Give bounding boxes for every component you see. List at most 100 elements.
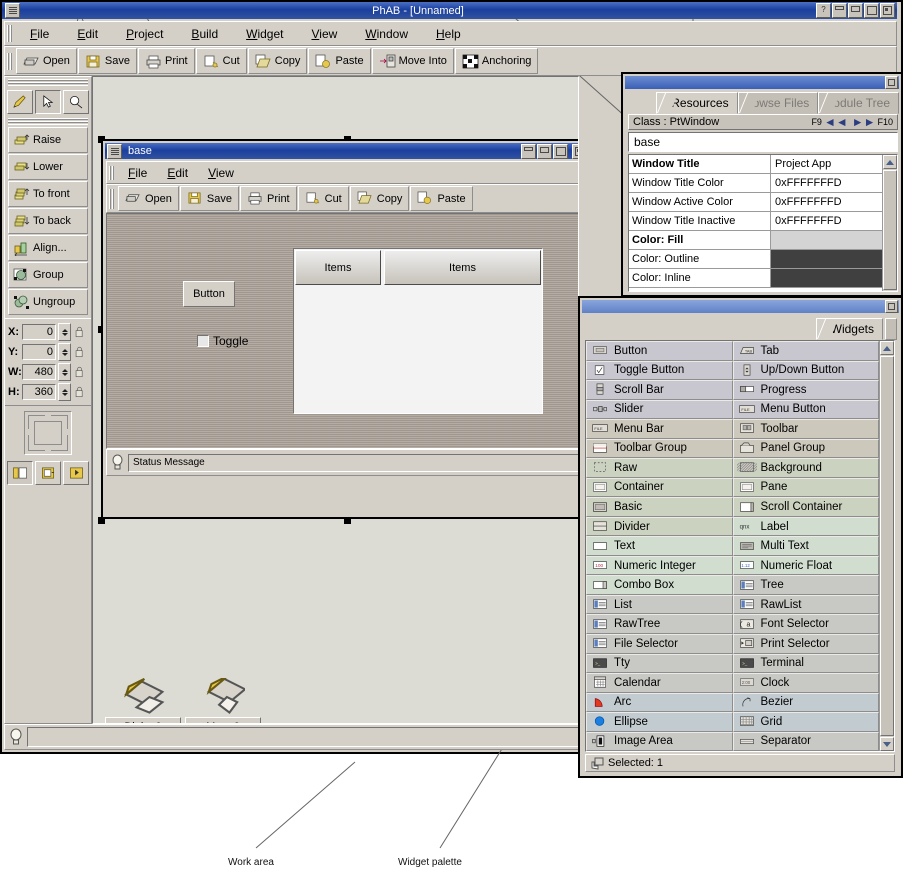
palette-item-button[interactable]: Button bbox=[586, 341, 733, 361]
base-toolbar-cut-button[interactable]: Cut bbox=[298, 186, 349, 211]
module-dialog0[interactable]: Dialog0 bbox=[105, 677, 181, 724]
palette-item-toggle-button[interactable]: Toggle Button bbox=[586, 361, 733, 381]
pointer-tool[interactable] bbox=[35, 90, 61, 114]
base-maximize-button[interactable] bbox=[553, 144, 568, 159]
resource-value[interactable]: 0xFFFFFFFD bbox=[771, 174, 882, 192]
panel-tab-right[interactable]: Items bbox=[384, 250, 541, 285]
base-toolbar-open-button[interactable]: Open bbox=[118, 186, 179, 211]
palette-item-bezier[interactable]: Bezier bbox=[733, 693, 880, 713]
base-menubar-grip[interactable] bbox=[109, 166, 114, 180]
palette-item-panel-group[interactable]: Panel Group bbox=[733, 439, 880, 459]
menu-roject[interactable]: Project bbox=[112, 25, 177, 43]
pencil-tool[interactable] bbox=[7, 90, 33, 114]
palette-item-numeric-integer[interactable]: 100Numeric Integer bbox=[586, 556, 733, 576]
base-toolbar-print-button[interactable]: Print bbox=[240, 186, 297, 211]
geometry-lock-h[interactable] bbox=[73, 385, 86, 400]
resources-scroll-thumb[interactable] bbox=[883, 170, 897, 290]
base-menubar[interactable]: FileEditView bbox=[106, 161, 579, 184]
toolbar-copy-button[interactable]: Copy bbox=[248, 48, 308, 74]
palette-item-font-selector[interactable]: aFont Selector bbox=[733, 614, 880, 634]
palette-item-scroll-container[interactable]: Scroll Container bbox=[733, 497, 880, 517]
widget-grid[interactable]: ButtonToggle ButtonScroll BarSliderFILEM… bbox=[585, 340, 895, 752]
geometry-lock-x[interactable] bbox=[73, 325, 86, 340]
left-raise-button[interactable]: Raise bbox=[8, 127, 88, 153]
left-align-button[interactable]: Align... bbox=[8, 235, 88, 261]
base-toolbar-save-button[interactable]: Save bbox=[180, 186, 239, 211]
palette-item-menu-button[interactable]: FILEMenu Button bbox=[733, 400, 880, 420]
base-module-window[interactable]: base FileEditView OpenSavePrintCutCopyPa… bbox=[101, 139, 579, 519]
palette-item-rawlist[interactable]: RawList bbox=[733, 595, 880, 615]
tab-widgets[interactable]: Widgets bbox=[816, 318, 883, 340]
palette-item-clock[interactable]: 2:00Clock bbox=[733, 673, 880, 693]
palette-item-progress[interactable]: Progress bbox=[733, 380, 880, 400]
menu-elp[interactable]: Help bbox=[422, 25, 475, 43]
geometry-input-x[interactable]: 0 bbox=[22, 324, 56, 340]
maximize-button[interactable] bbox=[864, 3, 879, 18]
palette-item-multi-text[interactable]: Multi Text bbox=[733, 536, 880, 556]
palette-item-scroll-bar[interactable]: Scroll Bar bbox=[586, 380, 733, 400]
geometry-input-y[interactable]: 0 bbox=[22, 344, 56, 360]
next-button[interactable] bbox=[63, 461, 89, 485]
geometry-spinner-x[interactable] bbox=[58, 323, 71, 341]
toolbar-cut-button[interactable]: Cut bbox=[196, 48, 247, 74]
palette-item-tree[interactable]: Tree bbox=[733, 575, 880, 595]
geometry-input-h[interactable]: 360 bbox=[22, 384, 56, 400]
resource-value[interactable]: 0xFFFFFFFD bbox=[771, 193, 882, 211]
geometry-spinner-y[interactable] bbox=[58, 343, 71, 361]
shade-button[interactable] bbox=[848, 3, 863, 18]
left-lower-button[interactable]: Lower bbox=[8, 154, 88, 180]
control-tab-owse-files[interactable]: owse Files bbox=[738, 92, 819, 114]
palette-item-background[interactable]: Background bbox=[733, 458, 880, 478]
palette-item-basic[interactable]: Basic bbox=[586, 497, 733, 517]
resource-row[interactable]: Window Active Color0xFFFFFFFD bbox=[629, 193, 882, 212]
main-menubar[interactable]: FileEditProjectBuildWidgetViewWindowHelp bbox=[4, 21, 897, 46]
resource-value[interactable]: Project App bbox=[771, 155, 882, 173]
palette-item-tty[interactable]: >_Tty bbox=[586, 654, 733, 674]
toggle-checkbox[interactable] bbox=[197, 335, 209, 347]
resources-scroll-up-button[interactable] bbox=[883, 155, 897, 169]
minimize-button[interactable] bbox=[832, 3, 847, 18]
palette-item-up-down-button[interactable]: Up/Down Button bbox=[733, 361, 880, 381]
left-toolbar-grip-2[interactable] bbox=[8, 118, 88, 125]
widget-palette-close-button[interactable] bbox=[885, 300, 898, 313]
palette-item-calendar[interactable]: Calendar bbox=[586, 673, 733, 693]
toolbar-open-button[interactable]: Open bbox=[16, 48, 77, 74]
palette-item-tab[interactable]: TABTab bbox=[733, 341, 880, 361]
resource-row[interactable]: Color: Outline bbox=[629, 250, 882, 269]
geometry-lock-y[interactable] bbox=[73, 345, 86, 360]
zoom-tool[interactable] bbox=[63, 90, 89, 114]
prev-widget-button[interactable]: ◄◄ bbox=[824, 115, 848, 129]
palette-item-numeric-float[interactable]: 1.12Numeric Float bbox=[733, 556, 880, 576]
palette-item-raw[interactable]: Raw bbox=[586, 458, 733, 478]
help-button[interactable]: ? bbox=[816, 3, 831, 18]
control-tab-odule-tree[interactable]: odule Tree bbox=[818, 92, 899, 114]
widget-scroll-up-button[interactable] bbox=[880, 341, 894, 355]
resource-color-swatch[interactable] bbox=[771, 269, 882, 287]
palette-item-menu-bar[interactable]: FILEMenu Bar bbox=[586, 419, 733, 439]
left-group-button[interactable]: Group bbox=[8, 262, 88, 288]
toolbar-save-button[interactable]: Save bbox=[78, 48, 137, 74]
palette-item-toolbar[interactable]: Toolbar bbox=[733, 419, 880, 439]
palette-item-image-area[interactable]: Image Area bbox=[586, 732, 733, 752]
control-panel-close-button[interactable] bbox=[885, 76, 898, 89]
base-toolbar-grip[interactable] bbox=[109, 189, 114, 209]
widget-scroll-down-button[interactable] bbox=[880, 737, 894, 751]
palette-item-slider[interactable]: Slider bbox=[586, 400, 733, 420]
palette-item-arc[interactable]: Arc bbox=[586, 693, 733, 713]
resource-row[interactable]: Window Title Inactive0xFFFFFFFD bbox=[629, 212, 882, 231]
toolbar-grip[interactable] bbox=[7, 53, 12, 70]
main-titlebar[interactable]: PhAB - [Unnamed] ? bbox=[2, 2, 897, 19]
widget-scroll-thumb[interactable] bbox=[880, 356, 894, 736]
base-system-menu-button[interactable] bbox=[107, 144, 122, 159]
work-area[interactable]: base FileEditView OpenSavePrintCutCopyPa… bbox=[92, 76, 579, 724]
menu-idget[interactable]: Widget bbox=[232, 25, 297, 43]
close-button[interactable] bbox=[880, 3, 895, 18]
menu-ile[interactable]: File bbox=[16, 25, 63, 43]
palette-item-file-selector[interactable]: File Selector bbox=[586, 634, 733, 654]
resources-table[interactable]: Window TitleProject AppWindow Title Colo… bbox=[628, 154, 898, 292]
resource-value[interactable]: 0xFFFFFFFD bbox=[771, 212, 882, 230]
left-toolbar-grip[interactable] bbox=[8, 79, 88, 86]
base-close-button[interactable] bbox=[572, 144, 579, 159]
left-to-front-button[interactable]: To front bbox=[8, 181, 88, 207]
menu-dit[interactable]: Edit bbox=[63, 25, 112, 43]
